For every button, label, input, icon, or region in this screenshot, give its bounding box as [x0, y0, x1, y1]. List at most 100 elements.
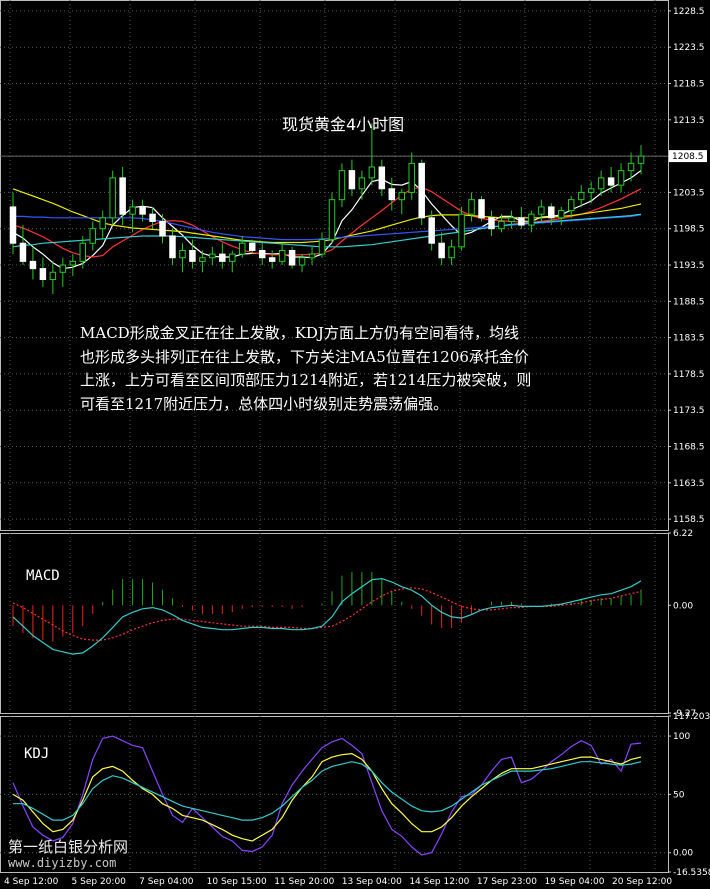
candle-body — [139, 206, 146, 215]
price-tick-label: 1178.5 — [673, 370, 705, 380]
candle-body — [179, 249, 186, 259]
candle-body — [458, 213, 465, 248]
kdj-panel-label: KDJ — [24, 746, 50, 762]
candle-body — [199, 257, 206, 262]
price-tick-label: 1188.5 — [673, 297, 705, 307]
kdj-tick-label: 50 — [673, 790, 685, 800]
candle-body — [219, 253, 226, 262]
candle-body — [229, 253, 236, 262]
panel-border-macd — [0, 533, 669, 714]
candle-body — [378, 166, 386, 190]
candle-body — [548, 206, 555, 219]
candle-body — [508, 217, 515, 222]
candle-body — [268, 257, 276, 262]
candle-body — [388, 188, 396, 201]
candle-body — [627, 162, 635, 172]
candle-body — [49, 271, 57, 281]
candle-body — [109, 177, 116, 219]
x-tick-label: 10 Sep 15:00 — [207, 877, 267, 887]
candle-body — [298, 257, 306, 266]
price-tick-label: 1203.5 — [673, 188, 705, 198]
candle-body — [59, 264, 67, 273]
kdj-tick-label: -16.5358 — [673, 868, 710, 878]
watermark-name: 第一纸白银分析网 — [8, 838, 129, 856]
analysis-line: MACD形成金叉正在往上发散，KDJ方面上方仍有空间看待，均线 — [80, 324, 519, 342]
analysis-line: 可看至1217附近压力，总体四小时级别走势震荡偏强。 — [80, 394, 449, 413]
candle-body — [119, 177, 126, 215]
candle-body — [189, 249, 196, 262]
analysis-text: MACD形成金叉正在往上发散，KDJ方面上方仍有空间看待，均线 也形成多头排列正… — [80, 322, 640, 416]
price-tick-label: 1173.5 — [673, 406, 705, 416]
candle-body — [567, 199, 575, 212]
candle-body — [607, 177, 615, 186]
candle-body — [149, 213, 156, 222]
candle-body — [328, 199, 336, 241]
price-tick-label: 1218.5 — [673, 79, 705, 89]
candle-body — [89, 228, 96, 244]
candle-body — [398, 191, 406, 201]
x-tick-label: 5 Sep 20:00 — [72, 877, 127, 887]
candle-body — [528, 213, 535, 226]
candle-body — [368, 166, 376, 179]
candle-body — [278, 249, 286, 262]
candle-body — [358, 177, 366, 190]
price-tick-label: 1168.5 — [673, 443, 705, 453]
candle-body — [69, 260, 77, 266]
kdj-tick-label: 0.00 — [673, 849, 693, 859]
candle-body — [478, 199, 485, 219]
x-tick-label: 17 Sep 23:00 — [477, 877, 537, 887]
candle-body — [39, 268, 47, 281]
x-tick-label: 20 Sep 12:00 — [612, 877, 672, 887]
candle-body — [29, 260, 37, 270]
candle-body — [338, 170, 346, 201]
candle-body — [558, 210, 565, 219]
macd-panel-label: MACD — [26, 568, 60, 584]
candle-body — [438, 242, 445, 259]
candle-body — [587, 188, 595, 193]
candle-body — [348, 170, 356, 190]
candle-body — [617, 170, 625, 186]
candle-body — [209, 253, 216, 259]
price-tick-label: 1183.5 — [673, 334, 705, 344]
watermark-url: www.diyizby.com — [8, 856, 117, 870]
kdj-tick-label: 117.2031 — [673, 712, 710, 722]
x-tick-label: 14 Sep 12:00 — [409, 877, 469, 887]
price-tick-label: 1223.5 — [673, 43, 705, 53]
candle-body — [418, 162, 425, 219]
candle-body — [308, 253, 316, 259]
candle-body — [288, 249, 296, 266]
candle-body — [637, 155, 645, 164]
x-tick-label: 19 Sep 04:00 — [544, 877, 604, 887]
macd-tick-label: 0.00 — [673, 601, 693, 611]
price-tick-label: 1198.5 — [673, 225, 705, 235]
kdj-tick-label: 100 — [673, 732, 690, 742]
ma-line-ma21 — [12, 188, 642, 244]
macd-line — [12, 577, 642, 655]
candle-body — [468, 199, 475, 215]
candle-body — [159, 220, 166, 237]
x-tick-label: 4 Sep 12:00 — [4, 877, 59, 887]
candle-body — [169, 235, 176, 259]
candle-body — [518, 217, 525, 226]
price-tick-label: 1158.5 — [673, 515, 705, 525]
candle-body — [248, 242, 256, 251]
candle-body — [448, 246, 455, 259]
x-tick-label: 13 Sep 04:00 — [342, 877, 402, 887]
current-price-label: 1208.5 — [672, 152, 704, 162]
candle-body — [239, 242, 246, 255]
candle-body — [408, 162, 415, 193]
candle-body — [428, 217, 435, 244]
candle-body — [597, 177, 605, 190]
price-tick-label: 1213.5 — [673, 116, 705, 126]
candle-body — [99, 217, 106, 230]
candle-body — [538, 206, 545, 215]
candle-body — [129, 206, 136, 215]
candle-body — [9, 206, 17, 244]
candle-body — [498, 220, 505, 230]
ma-line-ma5 — [12, 170, 642, 270]
candle-body — [577, 191, 585, 201]
candle-body — [19, 242, 27, 262]
price-tick-label: 1193.5 — [673, 261, 705, 271]
kdj-line-j — [13, 761, 642, 821]
x-tick-label: 7 Sep 04:00 — [139, 877, 194, 887]
